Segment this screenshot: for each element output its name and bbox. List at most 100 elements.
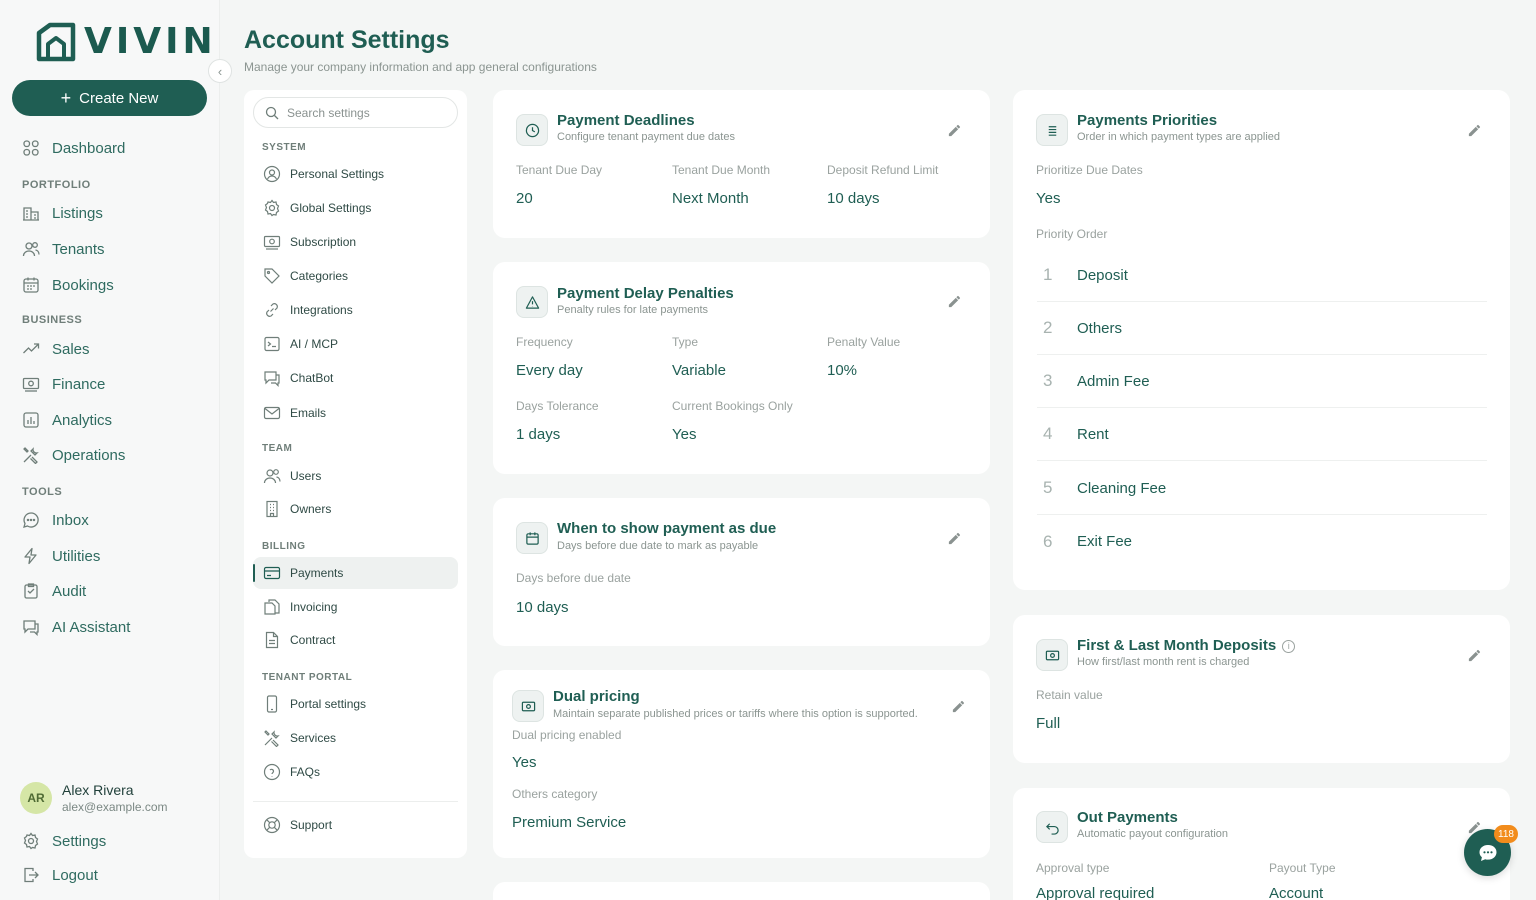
- edit-button[interactable]: [1464, 645, 1484, 665]
- field-label: Priority Order: [1036, 227, 1108, 241]
- settings-item-categories[interactable]: Categories: [253, 260, 458, 292]
- field-value: Yes: [512, 754, 537, 771]
- logo[interactable]: VIVIN: [36, 22, 217, 62]
- field-label: Tenant Due Day: [516, 163, 603, 177]
- create-new-button[interactable]: + Create New: [12, 80, 207, 116]
- settings-item-ai-mcp[interactable]: AI / MCP: [253, 328, 458, 360]
- field-value: Yes: [1036, 190, 1061, 207]
- edit-button[interactable]: [944, 120, 964, 140]
- notification-badge: 118: [1494, 825, 1518, 843]
- field-value: 10 days: [827, 190, 880, 207]
- card-dual-pricing: Dual pricing Maintain separate published…: [493, 670, 990, 858]
- field-value: 10%: [827, 362, 858, 379]
- chat-bubble-icon: [1479, 844, 1496, 861]
- cash-icon: [263, 235, 281, 250]
- sidebar-item-finance[interactable]: Finance: [22, 373, 105, 395]
- search-box[interactable]: [253, 97, 458, 128]
- field-label: Deposit Refund Limit: [827, 163, 939, 177]
- sidebar-item-label: Finance: [52, 375, 106, 393]
- priority-item: 4 Rent: [1037, 408, 1487, 461]
- chevron-left-icon: ‹: [217, 63, 223, 79]
- phone-icon: [266, 695, 278, 713]
- main-sidebar: VIVIN + Create New Dashboard PORTFOLIO L…: [0, 0, 220, 900]
- info-icon[interactable]: i: [1282, 640, 1296, 653]
- user-name: Alex Rivera: [62, 782, 134, 798]
- search-input[interactable]: [287, 105, 447, 120]
- edit-button[interactable]: [944, 291, 964, 311]
- priority-label: Admin Fee: [1077, 372, 1150, 390]
- settings-item-services[interactable]: Services: [253, 722, 458, 754]
- sidebar-item-label: Audit: [52, 582, 87, 600]
- settings-item-owners[interactable]: Owners: [253, 493, 458, 525]
- settings-item-chatbot[interactable]: ChatBot: [253, 362, 458, 394]
- settings-item-integrations[interactable]: Integrations: [253, 294, 458, 326]
- settings-item-label: Global Settings: [290, 201, 372, 215]
- gear-icon: [264, 199, 280, 217]
- sidebar-item-analytics[interactable]: Analytics: [22, 409, 112, 431]
- card-title: Out Payments: [1077, 809, 1178, 826]
- sidebar-item-settings[interactable]: Settings: [22, 830, 106, 852]
- plus-icon: +: [60, 87, 72, 108]
- field-value: Premium Service: [512, 814, 627, 831]
- settings-item-global[interactable]: Global Settings: [253, 192, 458, 224]
- user-email: alex@example.com: [62, 800, 168, 814]
- sidebar-item-operations[interactable]: Operations: [22, 444, 125, 466]
- sidebar-item-audit[interactable]: Audit: [22, 580, 86, 602]
- settings-item-users[interactable]: Users: [253, 460, 458, 492]
- field-label: Days Tolerance: [516, 399, 599, 413]
- section-tools: TOOLS: [22, 486, 63, 498]
- sidebar-item-sales[interactable]: Sales: [22, 338, 90, 360]
- tools-icon: [23, 447, 39, 464]
- terminal-icon: [264, 336, 280, 352]
- file-icon: [265, 631, 279, 649]
- card-title-text: First & Last Month Deposits: [1077, 637, 1277, 654]
- clock-icon: [525, 123, 539, 137]
- field-value: 20: [516, 190, 533, 207]
- edit-button[interactable]: [948, 696, 968, 716]
- sidebar-item-label: Listings: [52, 204, 103, 222]
- trending-up-icon: [23, 343, 40, 354]
- sidebar-item-tenants[interactable]: Tenants: [22, 238, 105, 260]
- field-label: Approval type: [1036, 861, 1110, 875]
- card-title: When to show payment as due: [557, 520, 777, 537]
- sidebar-item-inbox[interactable]: Inbox: [22, 509, 89, 531]
- section-system: SYSTEM: [262, 142, 307, 153]
- building-icon: [266, 500, 278, 518]
- priority-number: 2: [1043, 318, 1053, 337]
- card-icon-box: [1036, 811, 1068, 843]
- settings-item-label: Emails: [290, 406, 327, 420]
- field-label: Current Bookings Only: [672, 399, 793, 413]
- sidebar-item-bookings[interactable]: Bookings: [22, 274, 114, 296]
- mail-icon: [263, 406, 281, 420]
- settings-item-invoicing[interactable]: Invoicing: [253, 591, 458, 623]
- settings-item-subscription[interactable]: Subscription: [253, 226, 458, 258]
- priority-number: 5: [1043, 478, 1053, 497]
- ai-chat-icon: [23, 620, 39, 636]
- settings-item-emails[interactable]: Emails: [253, 397, 458, 429]
- settings-item-label: ChatBot: [290, 371, 334, 385]
- sidebar-item-ai-assistant[interactable]: AI Assistant: [22, 616, 130, 638]
- field-label: Tenant Due Month: [672, 163, 771, 177]
- user-profile[interactable]: AR Alex Rivera alex@example.com: [20, 782, 168, 814]
- sidebar-item-logout[interactable]: Logout: [22, 864, 98, 886]
- edit-button[interactable]: [944, 528, 964, 548]
- settings-item-label: Services: [290, 731, 337, 745]
- priority-item: 3 Admin Fee: [1037, 355, 1487, 408]
- collapse-sidebar-button[interactable]: ‹: [208, 59, 232, 83]
- sidebar-item-utilities[interactable]: Utilities: [22, 545, 100, 567]
- card-subtitle: Configure tenant payment due dates: [557, 131, 735, 143]
- settings-item-faqs[interactable]: FAQs: [253, 756, 458, 788]
- sidebar-item-label: Analytics: [52, 411, 113, 429]
- card-subtitle: How first/last month rent is charged: [1077, 656, 1250, 668]
- sidebar-item-dashboard[interactable]: Dashboard: [22, 137, 125, 159]
- settings-item-payments[interactable]: Payments: [253, 557, 458, 589]
- sidebar-item-listings[interactable]: Listings: [22, 202, 103, 224]
- edit-button[interactable]: [1464, 120, 1484, 140]
- warning-icon: [525, 295, 539, 309]
- settings-item-contract[interactable]: Contract: [253, 624, 458, 656]
- settings-item-personal[interactable]: Personal Settings: [253, 158, 458, 190]
- settings-item-portal-settings[interactable]: Portal settings: [253, 688, 458, 720]
- card-subtitle: Order in which payment types are applied: [1077, 131, 1280, 143]
- settings-item-support[interactable]: Support: [253, 809, 458, 841]
- field-value: Account: [1269, 885, 1324, 900]
